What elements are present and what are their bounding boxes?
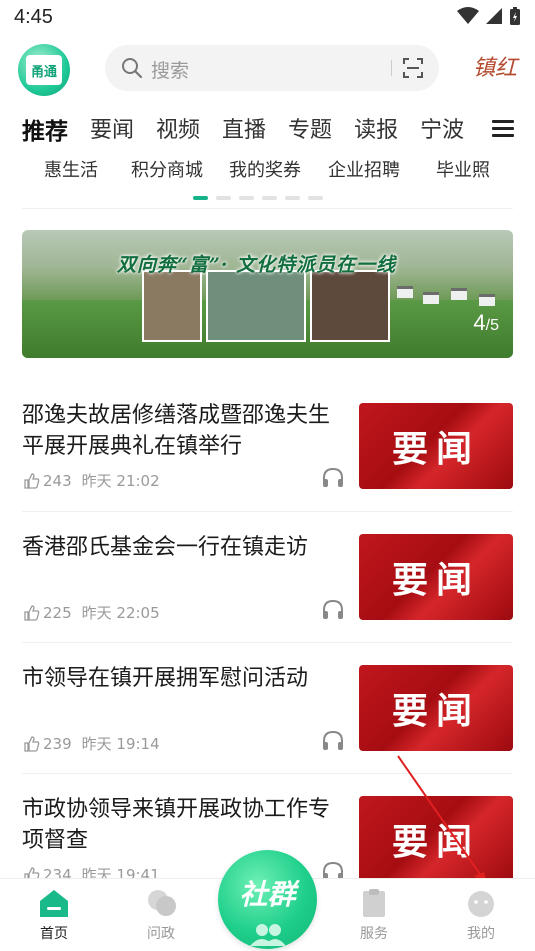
news-title: 邵逸夫故居修缮落成暨邵逸夫生平展开展典礼在镇举行 — [22, 403, 331, 459]
like-count: 225 — [24, 604, 72, 622]
nav-inquiry[interactable]: 问政 — [121, 879, 201, 951]
service-icon — [363, 889, 385, 917]
headphones-icon[interactable] — [321, 598, 345, 620]
pager-dot — [216, 196, 231, 200]
nav-profile[interactable]: 我的 — [441, 879, 521, 951]
news-title: 市领导在镇开展拥军慰问活动 — [22, 666, 309, 691]
quick-links: 惠生活 积分商城 我的奖券 企业招聘 毕业照 — [0, 156, 535, 184]
nav-service-label: 服务 — [360, 926, 388, 942]
news-thumbnail: 要闻 — [359, 534, 513, 620]
banner-title: 双向奔“富”· 文化特派员在一线 — [117, 254, 397, 276]
chat-bubble-icon — [148, 890, 176, 916]
nav-inquiry-label: 问政 — [147, 926, 175, 942]
news-title: 市政协领导来镇开展政协工作专项督查 — [22, 797, 331, 853]
signal-icon — [486, 8, 502, 24]
status-icons — [457, 6, 521, 26]
news-time: 昨天 22:05 — [81, 604, 160, 622]
quick-link-life[interactable]: 惠生活 — [44, 156, 98, 182]
pager-dot — [239, 196, 254, 200]
tab-video[interactable]: 视频 — [156, 112, 200, 152]
news-item[interactable]: 邵逸夫故居修缮落成暨邵逸夫生平展开展典礼在镇举行 243 昨天 21:02 要闻 — [22, 400, 513, 510]
news-thumbnail: 要闻 — [359, 665, 513, 751]
thumbs-up-icon — [24, 604, 40, 621]
headphones-icon[interactable] — [321, 729, 345, 751]
pager-dot — [308, 196, 323, 200]
profile-icon — [468, 891, 494, 917]
like-count: 239 — [24, 735, 72, 753]
news-time: 昨天 19:14 — [81, 735, 160, 753]
banner-photo — [206, 270, 306, 342]
tab-newspaper[interactable]: 读报 — [354, 112, 398, 152]
thumbs-up-icon — [24, 735, 40, 752]
banner-page-indicator: 4/5 — [473, 310, 499, 335]
news-item[interactable]: 市领导在镇开展拥军慰问活动 239 昨天 19:14 要闻 — [22, 663, 513, 773]
news-title: 香港邵氏基金会一行在镇走访 — [22, 535, 309, 560]
town-seal-logo[interactable]: 镇红 — [472, 44, 518, 94]
tab-live[interactable]: 直播 — [222, 112, 266, 152]
quick-link-my-coupons[interactable]: 我的奖券 — [229, 156, 301, 182]
quick-link-graduation-photo[interactable]: 毕业照 — [436, 156, 490, 182]
nav-profile-label: 我的 — [467, 926, 495, 942]
status-bar: 4:45 — [0, 0, 535, 36]
divider — [22, 642, 513, 643]
banner-photo — [142, 270, 202, 342]
status-time: 4:45 — [14, 6, 53, 28]
news-thumbnail: 要闻 — [359, 796, 513, 882]
banner-carousel[interactable]: 双向奔“富”· 文化特派员在一线 4/5 — [22, 230, 513, 358]
tab-topics[interactable]: 专题 — [288, 112, 332, 152]
divider — [22, 208, 513, 209]
seal-text: 镇红 — [472, 56, 517, 81]
news-meta: 243 昨天 21:02 — [24, 470, 160, 491]
search-icon — [122, 58, 143, 79]
app-logo[interactable]: 甬通 — [18, 44, 70, 96]
search-placeholder: 搜索 — [151, 60, 190, 82]
app-logo-text: 甬通 — [26, 55, 62, 85]
quick-links-pager — [193, 196, 323, 200]
pager-dot — [193, 196, 208, 200]
menu-icon[interactable] — [492, 120, 514, 138]
news-meta: 225 昨天 22:05 — [24, 602, 160, 623]
thumbs-up-icon — [24, 472, 40, 489]
tab-headlines[interactable]: 要闻 — [90, 112, 134, 152]
news-meta: 239 昨天 19:14 — [24, 733, 160, 754]
banner-photo — [310, 270, 390, 342]
news-item[interactable]: 香港邵氏基金会一行在镇走访 225 昨天 22:05 要闻 — [22, 532, 513, 642]
channel-tabs: 推荐 要闻 视频 直播 专题 读报 宁波 — [22, 112, 492, 152]
scan-icon[interactable] — [402, 57, 424, 79]
nav-home[interactable]: 首页 — [14, 879, 94, 951]
news-thumbnail: 要闻 — [359, 403, 513, 489]
headphones-icon[interactable] — [321, 466, 345, 488]
wifi-icon — [457, 7, 479, 24]
quick-link-jobs[interactable]: 企业招聘 — [328, 156, 400, 182]
tab-ningbo[interactable]: 宁波 — [420, 112, 464, 152]
community-label: 社群 — [239, 877, 296, 911]
battery-icon — [510, 7, 520, 25]
community-button[interactable]: 社群 — [218, 850, 317, 949]
search-bar[interactable]: 搜索 — [105, 45, 439, 91]
pager-dot — [262, 196, 277, 200]
quick-link-points-mall[interactable]: 积分商城 — [131, 156, 203, 182]
people-icon — [250, 924, 286, 946]
pager-dot — [285, 196, 300, 200]
nav-home-label: 首页 — [40, 926, 68, 942]
divider — [22, 773, 513, 774]
search-divider — [391, 60, 392, 76]
divider — [22, 511, 513, 512]
like-count: 243 — [24, 472, 72, 490]
news-time: 昨天 21:02 — [81, 472, 160, 490]
nav-service[interactable]: 服务 — [334, 879, 414, 951]
tab-recommend[interactable]: 推荐 — [22, 112, 68, 152]
home-icon — [40, 890, 68, 917]
